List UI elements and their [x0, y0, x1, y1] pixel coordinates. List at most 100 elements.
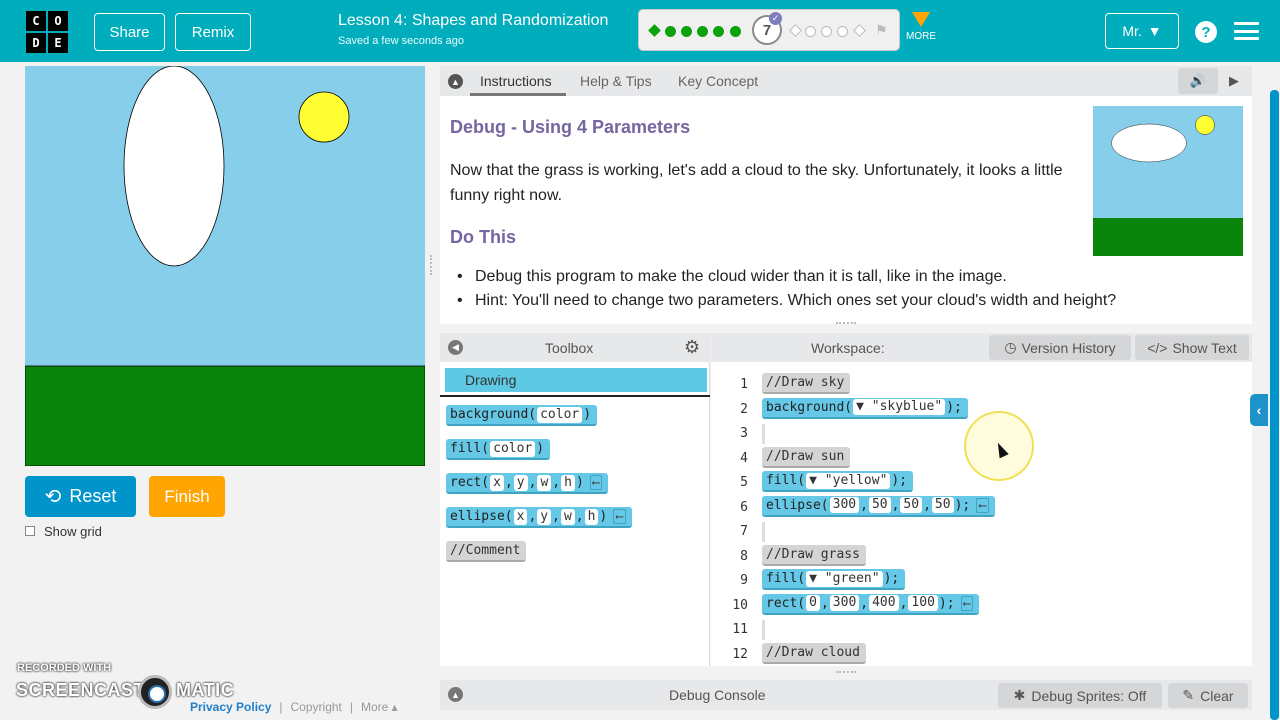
comment-slashes: //: [450, 543, 466, 558]
hamburger-menu-icon[interactable]: [1234, 22, 1259, 40]
play-icon[interactable]: ▶: [1220, 68, 1248, 94]
level-bubble-empty[interactable]: [853, 24, 866, 37]
level-bubble-empty[interactable]: [837, 26, 848, 37]
block-name: background(: [450, 407, 537, 422]
block-close: );: [954, 497, 971, 513]
finish-button[interactable]: Finish: [149, 476, 225, 517]
block-arg[interactable]: 300: [829, 497, 860, 513]
expand-debug-icon[interactable]: ▲: [448, 687, 463, 702]
collapse-instructions-icon[interactable]: ▲: [448, 74, 463, 89]
show-grid-checkbox[interactable]: [25, 526, 35, 536]
more-link[interactable]: More ▴: [361, 700, 398, 714]
tab-instructions[interactable]: Instructions: [480, 73, 552, 89]
version-history-button[interactable]: ◷ Version History: [989, 335, 1131, 360]
tab-key-concept[interactable]: Key Concept: [678, 73, 758, 89]
code-workspace[interactable]: 1 2 3 4 5 6 7 8 9 10 11 12 // Draw sky background(▼ …: [711, 362, 1252, 666]
workspace-resize-grip[interactable]: [836, 671, 856, 675]
user-menu-button[interactable]: Mr. ▼: [1105, 13, 1179, 49]
show-text-button[interactable]: </> Show Text: [1135, 335, 1249, 360]
level-bubble-completed[interactable]: [665, 26, 676, 37]
category-divider: [440, 395, 710, 397]
gear-icon[interactable]: ⚙: [684, 337, 700, 358]
line-number: 5: [740, 475, 748, 490]
empty-line-slot: [762, 522, 788, 542]
instructions-resize-grip[interactable]: [836, 322, 856, 326]
flag-icon[interactable]: ⚑: [875, 22, 888, 39]
caret-down-icon: ▼: [1147, 23, 1162, 39]
block-sep: ,: [860, 497, 868, 513]
code-block-fill[interactable]: fill(▼ "green");: [762, 569, 906, 590]
help-icon[interactable]: ?: [1195, 21, 1217, 43]
watermark-recorded-with: RECORDED WITH: [17, 662, 112, 674]
level-bubble-completed[interactable]: [697, 26, 708, 37]
block-name: fill(: [450, 441, 490, 456]
code-comment-block[interactable]: // Draw cloud: [762, 642, 866, 664]
clear-button[interactable]: ✎ Clear: [1168, 683, 1248, 708]
canvas-drawing: [25, 66, 425, 466]
screencast-logo-icon: [138, 675, 172, 709]
toolbox-block-rect[interactable]: rect(x, y, w, h) ⟵: [446, 473, 609, 494]
code-block-ellipse[interactable]: ellipse(300, 50, 50, 50); ⟵: [762, 495, 995, 517]
toolbox-block-fill[interactable]: fill(color): [446, 439, 551, 460]
value-dropdown[interactable]: ▼ "skyblue": [853, 399, 946, 415]
code-org-logo[interactable]: C O D E: [26, 11, 68, 53]
debug-sprites-button[interactable]: ✱ Debug Sprites: Off: [998, 683, 1162, 708]
block-arg[interactable]: 50: [868, 497, 891, 513]
level-bubble-completed[interactable]: [730, 26, 741, 37]
line-number: 1: [740, 377, 748, 392]
comment-text: Draw grass: [781, 546, 860, 562]
block-arg[interactable]: 300: [829, 595, 860, 611]
block-sep: ,: [552, 509, 560, 524]
value-dropdown[interactable]: ▼ "green": [806, 570, 883, 587]
code-comment-block[interactable]: // Draw sun: [762, 446, 851, 468]
level-bubble-completed[interactable]: [681, 26, 692, 37]
level-progress-bar: 7 ✓ ⚑: [638, 9, 900, 51]
privacy-policy-link[interactable]: Privacy Policy: [190, 700, 271, 714]
remix-button[interactable]: Remix: [175, 13, 251, 51]
speaker-icon[interactable]: 🔊: [1178, 68, 1218, 94]
level-bubble-completed[interactable]: [713, 26, 724, 37]
share-button[interactable]: Share: [94, 13, 165, 51]
level-bubble-empty[interactable]: [821, 26, 832, 37]
block-param: w: [537, 474, 552, 491]
code-block-background[interactable]: background(▼ "skyblue");: [762, 397, 968, 419]
collapse-toolbox-icon[interactable]: ◀: [448, 340, 463, 355]
level-bubble-empty[interactable]: [805, 26, 816, 37]
sky: [25, 66, 425, 366]
block-arg[interactable]: 0: [806, 595, 820, 611]
more-button[interactable]: MORE: [902, 12, 940, 50]
game-canvas[interactable]: [25, 66, 425, 466]
block-name: fill(: [766, 571, 806, 586]
instructions-body: Now that the grass is working, let's add…: [450, 162, 1063, 204]
tab-help-tips[interactable]: Help & Tips: [580, 73, 652, 89]
workspace-title: Workspace:: [811, 340, 885, 356]
level-bubble-empty[interactable]: [789, 24, 802, 37]
level-bubble-completed[interactable]: [648, 24, 661, 37]
page-scrollbar[interactable]: [1270, 90, 1279, 720]
expand-side-panel-icon[interactable]: ‹: [1250, 394, 1268, 426]
copyright-link[interactable]: Copyright: [291, 700, 342, 714]
reset-label: Reset: [69, 486, 117, 506]
toolbox-category-drawing[interactable]: Drawing: [445, 368, 707, 392]
code-block-fill[interactable]: fill(▼ "yellow");: [762, 471, 914, 492]
code-icon: </>: [1147, 339, 1168, 356]
line-number: 4: [740, 450, 748, 466]
code-comment-block[interactable]: // Draw sky: [762, 373, 851, 394]
block-arg[interactable]: 50: [931, 497, 954, 513]
block-sep: ,: [575, 509, 584, 524]
block-sep: ,: [923, 497, 931, 513]
block-arg[interactable]: 400: [869, 595, 899, 611]
panel-resize-handle[interactable]: [430, 255, 434, 275]
code-block-rect[interactable]: rect(0, 300, 400, 100); ⟵: [762, 593, 980, 615]
toolbox-block-background[interactable]: background(color): [446, 405, 598, 426]
reset-button[interactable]: ⟲ Reset: [25, 476, 136, 517]
block-arg[interactable]: 50: [900, 497, 923, 513]
dropdown-arrow-icon: ▼: [809, 570, 825, 586]
value-dropdown[interactable]: ▼ "yellow": [806, 472, 891, 489]
toolbox-block-comment[interactable]: // Comment: [446, 541, 527, 562]
block-arg[interactable]: 100: [908, 595, 938, 611]
line-number: 2: [740, 401, 748, 417]
code-comment-block[interactable]: // Draw grass: [762, 544, 866, 566]
toolbox-block-ellipse[interactable]: ellipse(x, y, w, h) ⟵: [446, 507, 632, 528]
comment-slashes: //: [766, 375, 782, 390]
